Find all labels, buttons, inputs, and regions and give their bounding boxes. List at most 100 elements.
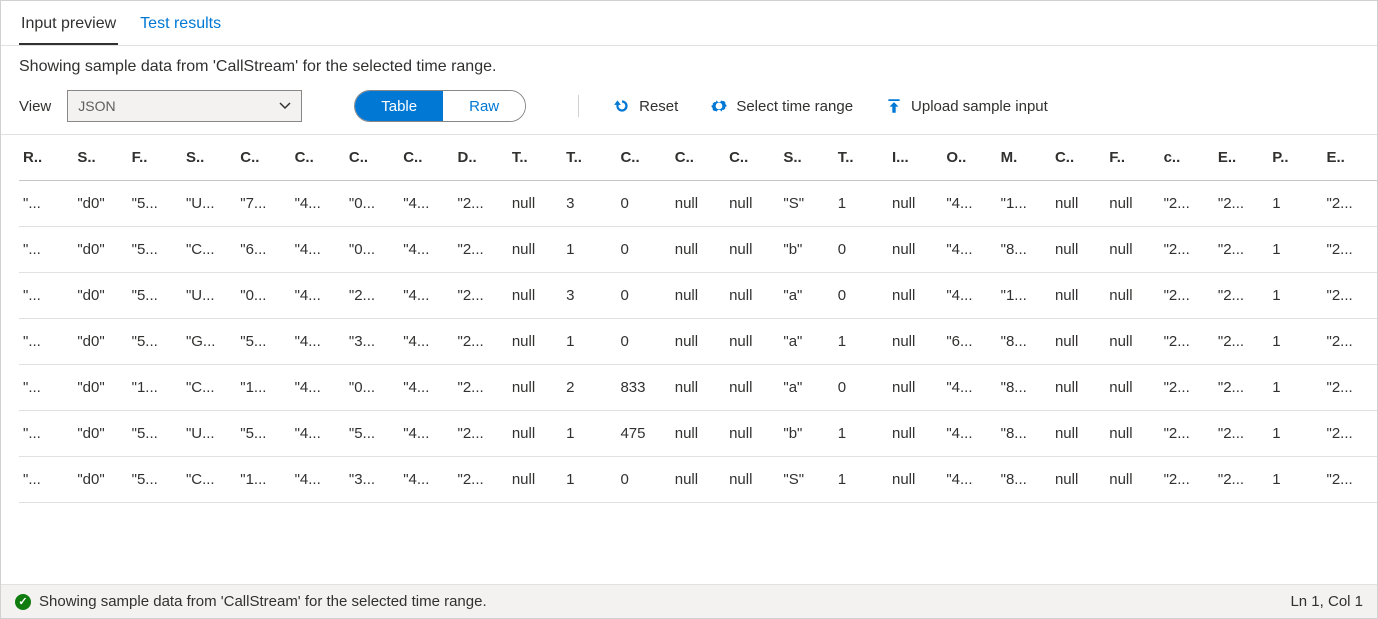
- reset-button[interactable]: Reset: [613, 97, 678, 115]
- table-cell: "2...: [1160, 319, 1214, 365]
- table-cell: "...: [19, 319, 73, 365]
- table-cell: null: [725, 273, 779, 319]
- table-row[interactable]: "..."d0""5..."C..."6..."4..."0..."4..."2…: [19, 227, 1377, 273]
- table-column-header[interactable]: S..: [779, 135, 833, 181]
- table-cell: "2...: [1323, 319, 1378, 365]
- table-cell: "3...: [345, 457, 399, 503]
- table-column-header[interactable]: C..: [1051, 135, 1105, 181]
- table-cell: 0: [616, 319, 670, 365]
- table-row[interactable]: "..."d0""5..."U..."0..."4..."2..."4..."2…: [19, 273, 1377, 319]
- table-column-header[interactable]: C..: [345, 135, 399, 181]
- table-cell: "2...: [1214, 365, 1268, 411]
- table-column-header[interactable]: D..: [454, 135, 508, 181]
- table-cell: "4...: [399, 411, 453, 457]
- tab-test-results[interactable]: Test results: [138, 1, 223, 45]
- view-label: View: [19, 98, 51, 115]
- table-cell: "8...: [997, 411, 1051, 457]
- table-cell: "2...: [1160, 227, 1214, 273]
- table-cell: null: [725, 227, 779, 273]
- table-cell: "S": [779, 457, 833, 503]
- table-cell: null: [1051, 365, 1105, 411]
- table-row[interactable]: "..."d0""5..."U..."5..."4..."5..."4..."2…: [19, 411, 1377, 457]
- select-time-range-button[interactable]: Select time range: [710, 97, 853, 115]
- table-cell: "d0": [73, 457, 127, 503]
- table-column-header[interactable]: M.: [997, 135, 1051, 181]
- table-cell: null: [888, 273, 942, 319]
- status-bar: ✓ Showing sample data from 'CallStream' …: [1, 584, 1377, 618]
- table-column-header[interactable]: R..: [19, 135, 73, 181]
- upload-label: Upload sample input: [911, 98, 1048, 115]
- table-column-header[interactable]: C..: [671, 135, 725, 181]
- table-cell: 1: [1268, 319, 1322, 365]
- table-cell: "4...: [399, 457, 453, 503]
- table-cell: null: [888, 319, 942, 365]
- tab-input-preview[interactable]: Input preview: [19, 1, 118, 45]
- table-row[interactable]: "..."d0""1..."C..."1..."4..."0..."4..."2…: [19, 365, 1377, 411]
- table-cell: "d0": [73, 365, 127, 411]
- table-cell: "2...: [1214, 319, 1268, 365]
- view-mode-pill: Table Raw: [354, 90, 526, 122]
- table-column-header[interactable]: S..: [182, 135, 236, 181]
- table-column-header[interactable]: E..: [1323, 135, 1378, 181]
- table-cell: null: [1051, 457, 1105, 503]
- table-cell: "2...: [454, 457, 508, 503]
- upload-sample-button[interactable]: Upload sample input: [885, 97, 1048, 115]
- table-column-header[interactable]: P..: [1268, 135, 1322, 181]
- table-cell: null: [508, 365, 562, 411]
- table-cell: 1: [834, 411, 888, 457]
- tabs-bar: Input preview Test results: [1, 1, 1377, 46]
- table-cell: "4...: [399, 181, 453, 227]
- table-cell: null: [671, 227, 725, 273]
- table-cell: null: [888, 227, 942, 273]
- table-cell: "d0": [73, 181, 127, 227]
- table-cell: 0: [616, 457, 670, 503]
- pill-table[interactable]: Table: [355, 91, 443, 121]
- table-cell: "8...: [997, 365, 1051, 411]
- table-cell: null: [671, 181, 725, 227]
- cursor-position: Ln 1, Col 1: [1290, 593, 1363, 610]
- table-column-header[interactable]: F..: [1105, 135, 1159, 181]
- table-column-header[interactable]: C..: [399, 135, 453, 181]
- table-cell: "4...: [399, 227, 453, 273]
- table-cell: "2...: [1323, 411, 1378, 457]
- table-scroll[interactable]: R..S..F..S..C..C..C..C..D..T..T..C..C..C…: [1, 135, 1377, 584]
- table-cell: "2...: [345, 273, 399, 319]
- table-cell: null: [508, 227, 562, 273]
- table-cell: "4...: [399, 365, 453, 411]
- table-column-header[interactable]: E..: [1214, 135, 1268, 181]
- table-cell: 475: [616, 411, 670, 457]
- table-cell: null: [725, 457, 779, 503]
- table-cell: 0: [834, 273, 888, 319]
- table-column-header[interactable]: S..: [73, 135, 127, 181]
- table-column-header[interactable]: C..: [236, 135, 290, 181]
- table-cell: "0...: [236, 273, 290, 319]
- table-column-header[interactable]: F..: [128, 135, 182, 181]
- table-row[interactable]: "..."d0""5..."C..."1..."4..."3..."4..."2…: [19, 457, 1377, 503]
- table-column-header[interactable]: C..: [291, 135, 345, 181]
- table-column-header[interactable]: T..: [508, 135, 562, 181]
- table-cell: "S": [779, 181, 833, 227]
- table-cell: null: [1051, 227, 1105, 273]
- table-cell: "4...: [291, 365, 345, 411]
- pill-raw[interactable]: Raw: [443, 91, 525, 121]
- table-cell: "a": [779, 273, 833, 319]
- table-column-header[interactable]: T..: [834, 135, 888, 181]
- table-column-header[interactable]: T..: [562, 135, 616, 181]
- table-column-header[interactable]: O..: [942, 135, 996, 181]
- table-container: R..S..F..S..C..C..C..C..D..T..T..C..C..C…: [1, 134, 1377, 584]
- table-cell: "...: [19, 181, 73, 227]
- table-column-header[interactable]: C..: [616, 135, 670, 181]
- table-cell: "6...: [236, 227, 290, 273]
- view-format-select[interactable]: JSON: [67, 90, 302, 122]
- table-cell: null: [1051, 181, 1105, 227]
- table-row[interactable]: "..."d0""5..."G..."5..."4..."3..."4..."2…: [19, 319, 1377, 365]
- table-row[interactable]: "..."d0""5..."U..."7..."4..."0..."4..."2…: [19, 181, 1377, 227]
- table-cell: "5...: [128, 319, 182, 365]
- table-cell: null: [725, 319, 779, 365]
- table-cell: "2...: [1323, 181, 1378, 227]
- table-column-header[interactable]: c..: [1160, 135, 1214, 181]
- table-cell: null: [671, 319, 725, 365]
- table-column-header[interactable]: C..: [725, 135, 779, 181]
- table-column-header[interactable]: I...: [888, 135, 942, 181]
- table-cell: null: [1105, 411, 1159, 457]
